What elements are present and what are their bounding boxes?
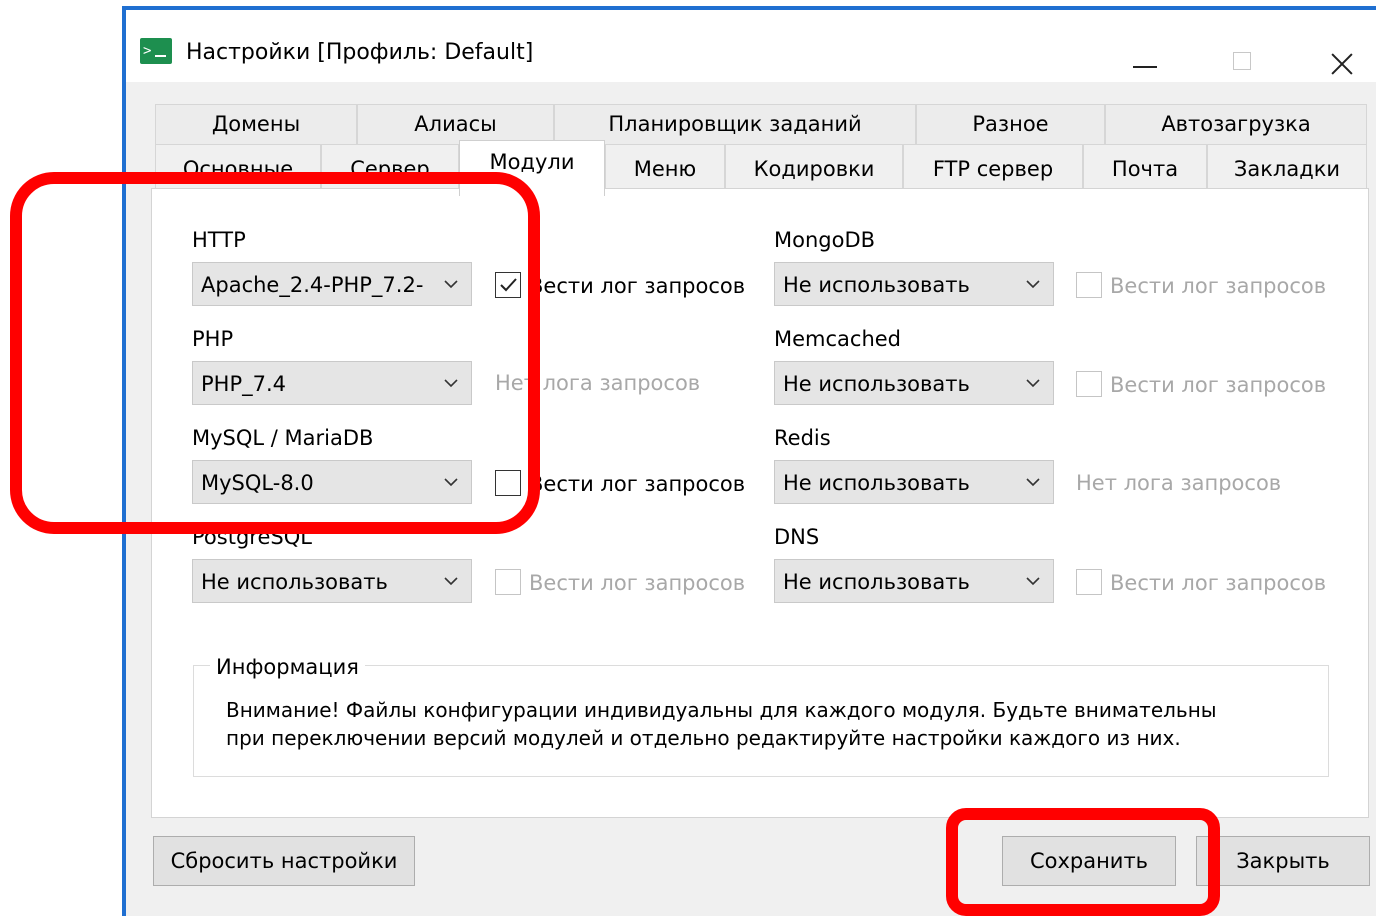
mongodb-log-checkbox[interactable] bbox=[1076, 272, 1102, 298]
tab-misc[interactable]: Разное bbox=[916, 104, 1105, 144]
mysql-select[interactable]: MySQL-8.0 bbox=[192, 460, 472, 504]
reset-settings-button[interactable]: Сбросить настройки bbox=[153, 836, 415, 886]
chevron-down-icon bbox=[443, 474, 459, 490]
dns-select[interactable]: Не использовать bbox=[774, 559, 1054, 603]
window-title: Настройки [Профиль: Default] bbox=[186, 40, 534, 65]
tab-modules[interactable]: Модули bbox=[459, 140, 605, 196]
close-window-button[interactable] bbox=[1306, 28, 1376, 78]
mysql-log-checkbox[interactable] bbox=[495, 470, 521, 496]
postgresql-log-checkbox[interactable] bbox=[495, 569, 521, 595]
tab-mail[interactable]: Почта bbox=[1083, 144, 1207, 188]
info-text: Внимание! Файлы конфигурации индивидуаль… bbox=[226, 696, 1306, 752]
chevron-down-icon bbox=[443, 276, 459, 292]
memcached-log-label: Вести лог запросов bbox=[1110, 373, 1327, 397]
http-select-value: Apache_2.4-PHP_7.2- bbox=[201, 273, 424, 297]
tab-menu[interactable]: Меню bbox=[605, 144, 725, 188]
http-select[interactable]: Apache_2.4-PHP_7.2- bbox=[192, 262, 472, 306]
memcached-select-value: Не использовать bbox=[783, 372, 970, 396]
tab-general[interactable]: Основные bbox=[155, 144, 321, 188]
memcached-log-checkbox[interactable] bbox=[1076, 371, 1102, 397]
title-bar[interactable]: > Настройки [Профиль: Default] bbox=[126, 10, 1376, 82]
mongodb-select-value: Не использовать bbox=[783, 273, 970, 297]
postgresql-label: PostgreSQL bbox=[192, 525, 312, 549]
tab-scheduler[interactable]: Планировщик заданий bbox=[554, 104, 916, 144]
php-log-status: Нет лога запросов bbox=[495, 371, 701, 395]
postgresql-log-label: Вести лог запросов bbox=[529, 571, 746, 595]
redis-label: Redis bbox=[774, 426, 831, 450]
dns-select-value: Не использовать bbox=[783, 570, 970, 594]
redis-log-status: Нет лога запросов bbox=[1076, 471, 1282, 495]
terminal-app-icon: > bbox=[140, 38, 172, 64]
minimize-button[interactable] bbox=[1111, 28, 1181, 78]
close-button[interactable]: Закрыть bbox=[1196, 836, 1370, 886]
memcached-label: Memcached bbox=[774, 327, 902, 351]
settings-window: > Настройки [Профиль: Default] Домены Ал… bbox=[126, 10, 1376, 916]
dns-label: DNS bbox=[774, 525, 820, 549]
php-select-value: PHP_7.4 bbox=[201, 372, 287, 396]
chevron-down-icon bbox=[443, 375, 459, 391]
php-label: PHP bbox=[192, 327, 234, 351]
checkmark-icon bbox=[500, 278, 517, 292]
chevron-down-icon bbox=[1025, 276, 1041, 292]
redis-select-value: Не использовать bbox=[783, 471, 970, 495]
php-select[interactable]: PHP_7.4 bbox=[192, 361, 472, 405]
info-line-1: Внимание! Файлы конфигурации индивидуаль… bbox=[226, 698, 1217, 722]
memcached-select[interactable]: Не использовать bbox=[774, 361, 1054, 405]
tab-ftp-server[interactable]: FTP сервер bbox=[903, 144, 1083, 188]
mongodb-label: MongoDB bbox=[774, 228, 876, 252]
maximize-button[interactable] bbox=[1209, 28, 1279, 78]
tab-encodings[interactable]: Кодировки bbox=[725, 144, 903, 188]
mongodb-log-label: Вести лог запросов bbox=[1110, 274, 1327, 298]
postgresql-select[interactable]: Не использовать bbox=[192, 559, 472, 603]
redis-select[interactable]: Не использовать bbox=[774, 460, 1054, 504]
http-log-label: Вести лог запросов bbox=[529, 274, 746, 298]
chevron-down-icon bbox=[443, 573, 459, 589]
postgresql-select-value: Не использовать bbox=[201, 570, 388, 594]
chevron-down-icon bbox=[1025, 573, 1041, 589]
tab-autostart[interactable]: Автозагрузка bbox=[1105, 104, 1367, 144]
mongodb-select[interactable]: Не использовать bbox=[774, 262, 1054, 306]
tab-bookmarks[interactable]: Закладки bbox=[1207, 144, 1367, 188]
mysql-select-value: MySQL-8.0 bbox=[201, 471, 314, 495]
chevron-down-icon bbox=[1025, 375, 1041, 391]
tab-server[interactable]: Сервер bbox=[321, 144, 459, 188]
tab-domains[interactable]: Домены bbox=[155, 104, 357, 144]
tab-aliases[interactable]: Алиасы bbox=[357, 104, 554, 144]
mysql-label: MySQL / MariaDB bbox=[192, 426, 374, 450]
dns-log-label: Вести лог запросов bbox=[1110, 571, 1327, 595]
dns-log-checkbox[interactable] bbox=[1076, 569, 1102, 595]
info-title: Информация bbox=[210, 655, 365, 679]
info-line-2: при переключении версий модулей и отдель… bbox=[226, 726, 1181, 750]
save-button[interactable]: Сохранить bbox=[1002, 836, 1176, 886]
chevron-down-icon bbox=[1025, 474, 1041, 490]
http-log-checkbox[interactable] bbox=[495, 272, 521, 298]
mysql-log-label: Вести лог запросов bbox=[529, 472, 746, 496]
http-label: HTTP bbox=[192, 228, 246, 252]
